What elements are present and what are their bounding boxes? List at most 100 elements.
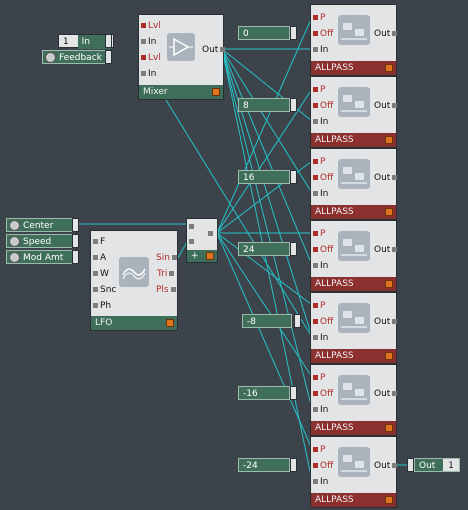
offset-port[interactable] bbox=[290, 242, 297, 256]
allpass-module[interactable]: P Off In Out ALLPASS bbox=[310, 292, 399, 364]
mixer-in2-port[interactable]: In bbox=[141, 69, 156, 79]
allpass-off-port[interactable]: Off bbox=[313, 389, 333, 399]
allpass-p-port[interactable]: P bbox=[313, 229, 325, 239]
allpass-in-port[interactable]: In bbox=[313, 333, 328, 343]
output-label: Out bbox=[419, 461, 436, 471]
allpass-p-port[interactable]: P bbox=[313, 157, 325, 167]
mixer-out-port[interactable]: Out bbox=[202, 45, 227, 55]
allpass-out-port[interactable]: Out bbox=[374, 245, 399, 255]
allpass-in-port[interactable]: In bbox=[313, 477, 328, 487]
allpass-p-port[interactable]: P bbox=[313, 301, 325, 311]
offset-port[interactable] bbox=[294, 314, 301, 328]
lfo-module[interactable]: F A W Snc Ph Sin Tri Pls LFO bbox=[90, 230, 178, 331]
allpass-p-port[interactable]: P bbox=[313, 445, 325, 455]
offset-number-box[interactable]: 0 bbox=[238, 26, 290, 40]
allpass-module[interactable]: P Off In Out ALLPASS bbox=[310, 76, 399, 148]
port-pin-icon bbox=[93, 287, 98, 292]
offset-port[interactable] bbox=[290, 170, 297, 184]
allpass-module[interactable]: P Off In Out ALLPASS bbox=[310, 436, 399, 508]
allpass-module[interactable]: P Off In Out ALLPASS bbox=[310, 364, 399, 436]
lfo-f-port[interactable]: F bbox=[93, 237, 105, 247]
lfo-w-port[interactable]: W bbox=[93, 269, 109, 279]
feedback-label: Feedback bbox=[59, 53, 102, 63]
allpass-out-port[interactable]: Out bbox=[374, 389, 399, 399]
port-pin-icon bbox=[170, 287, 176, 292]
offset-port[interactable] bbox=[290, 458, 297, 472]
allpass-off-port[interactable]: Off bbox=[313, 317, 333, 327]
allpass-p-port[interactable]: P bbox=[313, 13, 325, 23]
allpass-off-port[interactable]: Off bbox=[313, 29, 333, 39]
feedback-port[interactable] bbox=[105, 50, 112, 64]
lfo-tri-port[interactable]: Tri bbox=[157, 269, 176, 279]
offset-number-box[interactable]: 16 bbox=[238, 170, 290, 184]
allpass-title: ALLPASS bbox=[311, 205, 396, 219]
in-source-port[interactable] bbox=[105, 34, 112, 48]
port-pin-icon[interactable] bbox=[208, 231, 213, 236]
allpass-off-port[interactable]: Off bbox=[313, 101, 333, 111]
allpass-out-port[interactable]: Out bbox=[374, 29, 399, 39]
offset-number-box[interactable]: -16 bbox=[238, 386, 290, 400]
knob-icon[interactable] bbox=[9, 252, 20, 263]
lfo-sin-port[interactable]: Sin bbox=[156, 253, 179, 263]
speed-port[interactable] bbox=[72, 234, 79, 248]
offset-number-box[interactable]: -8 bbox=[242, 314, 292, 328]
knob-icon[interactable] bbox=[45, 52, 56, 63]
offset-port[interactable] bbox=[290, 386, 297, 400]
allpass-module[interactable]: P Off In Out ALLPASS bbox=[310, 220, 399, 292]
allpass-title: ALLPASS bbox=[311, 421, 396, 435]
allpass-in-port[interactable]: In bbox=[313, 405, 328, 415]
allpass-module[interactable]: P Off In Out ALLPASS bbox=[310, 4, 399, 76]
port-pin-icon bbox=[313, 103, 318, 108]
led-icon bbox=[385, 424, 393, 432]
port-pin-icon[interactable] bbox=[189, 224, 194, 229]
allpass-filter-icon bbox=[338, 231, 370, 261]
allpass-out-port[interactable]: Out bbox=[374, 317, 399, 327]
mixer-lvl2-port[interactable]: Lvl bbox=[141, 53, 161, 63]
port-pin-icon[interactable] bbox=[189, 239, 194, 244]
allpass-off-port[interactable]: Off bbox=[313, 245, 333, 255]
mixer-module[interactable]: Lvl In Lvl In Out Mixer bbox=[138, 14, 227, 100]
port-pin-icon bbox=[141, 55, 146, 60]
allpass-in-port[interactable]: In bbox=[313, 189, 328, 199]
allpass-in-port[interactable]: In bbox=[313, 261, 328, 271]
wire bbox=[221, 48, 313, 338]
offset-port[interactable] bbox=[290, 98, 297, 112]
speed-macro[interactable]: Speed bbox=[6, 234, 76, 248]
port-pin-icon bbox=[313, 479, 318, 484]
port-pin-icon bbox=[313, 119, 318, 124]
knob-icon[interactable] bbox=[9, 220, 20, 231]
output-port[interactable] bbox=[407, 458, 414, 472]
lfo-ph-port[interactable]: Ph bbox=[93, 301, 111, 311]
mixer-in1-port[interactable]: In bbox=[141, 37, 156, 47]
center-macro[interactable]: Center bbox=[6, 218, 76, 232]
lfo-pls-port[interactable]: Pls bbox=[156, 285, 178, 295]
allpass-p-port[interactable]: P bbox=[313, 373, 325, 383]
allpass-out-port[interactable]: Out bbox=[374, 101, 399, 111]
allpass-in-port[interactable]: In bbox=[313, 45, 328, 55]
allpass-out-port[interactable]: Out bbox=[374, 173, 399, 183]
allpass-in-port[interactable]: In bbox=[313, 117, 328, 127]
offset-port[interactable] bbox=[290, 26, 297, 40]
center-port[interactable] bbox=[72, 218, 79, 232]
offset-number-box[interactable]: 24 bbox=[238, 242, 290, 256]
feedback-macro[interactable]: Feedback bbox=[42, 50, 108, 64]
mixer-lvl1-port[interactable]: Lvl bbox=[141, 21, 161, 31]
offset-number-box[interactable]: -24 bbox=[238, 458, 290, 472]
port-pin-icon bbox=[313, 47, 318, 52]
port-pin-icon bbox=[93, 239, 98, 244]
adder-module[interactable]: + bbox=[186, 218, 218, 263]
allpass-out-port[interactable]: Out bbox=[374, 461, 399, 471]
offset-number-box[interactable]: 8 bbox=[238, 98, 290, 112]
output-module[interactable]: Out 1 bbox=[414, 458, 460, 472]
mod-amt-macro[interactable]: Mod Amt bbox=[6, 250, 76, 264]
allpass-p-port[interactable]: P bbox=[313, 85, 325, 95]
lfo-snc-port[interactable]: Snc bbox=[93, 285, 116, 295]
allpass-module[interactable]: P Off In Out ALLPASS bbox=[310, 148, 399, 220]
knob-icon[interactable] bbox=[9, 236, 20, 247]
allpass-off-port[interactable]: Off bbox=[313, 173, 333, 183]
allpass-off-port[interactable]: Off bbox=[313, 461, 333, 471]
led-icon bbox=[385, 136, 393, 144]
mod-amt-port[interactable] bbox=[72, 250, 79, 264]
allpass-title: ALLPASS bbox=[311, 349, 396, 363]
lfo-a-port[interactable]: A bbox=[93, 253, 106, 263]
